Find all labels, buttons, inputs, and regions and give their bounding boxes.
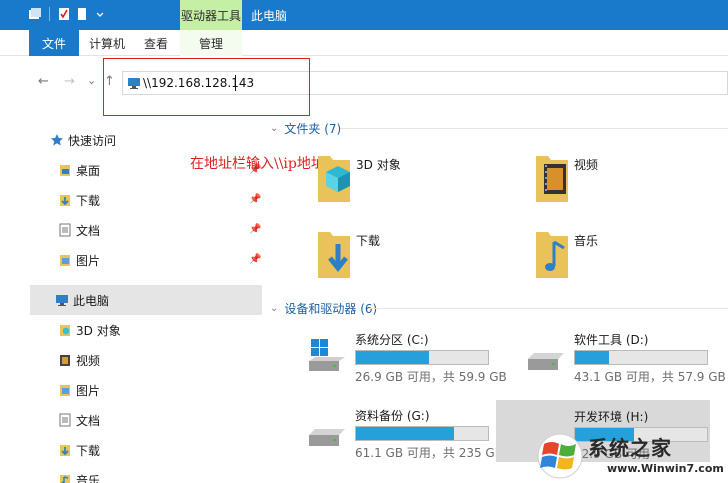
pc-icon: [55, 293, 69, 307]
drive-name: 系统分区 (C:): [355, 333, 429, 347]
sidebar-item-label: 下载: [76, 443, 101, 458]
section-title: 文件夹 (7): [284, 122, 342, 136]
hard-drive-icon: [307, 413, 347, 449]
new-folder-icon[interactable]: [75, 6, 89, 22]
pictures-folder-icon: [58, 383, 72, 397]
drive-tile-g[interactable]: 资料备份 (G:) 61.1 GB 可用，共 235 GB: [307, 399, 517, 461]
sidebar-item-label: 音乐: [76, 473, 101, 483]
pin-icon[interactable]: 📌: [249, 194, 261, 205]
section-title: 设备和驱动器 (6): [284, 302, 378, 316]
sidebar-item-quick-access[interactable]: 快速访问: [50, 125, 262, 155]
sidebar-item-label: 下载: [76, 193, 101, 208]
windows-drive-icon: [307, 337, 347, 373]
properties-icon[interactable]: [57, 6, 71, 22]
3d-objects-icon: [316, 150, 352, 207]
folder-label: 音乐: [574, 234, 599, 248]
chevron-down-icon[interactable]: ⌄: [270, 303, 278, 314]
explorer-app-icon[interactable]: [28, 6, 42, 22]
sidebar-item-pictures[interactable]: 图片: [58, 245, 248, 275]
sidebar-item-label: 快速访问: [68, 133, 117, 148]
recent-locations-button[interactable]: ⌄: [87, 74, 96, 87]
toolbar-separator: [49, 7, 50, 21]
sidebar-item-label: 此电脑: [73, 293, 110, 308]
window-title: 此电脑: [251, 9, 288, 23]
videos-folder-icon: [58, 353, 72, 367]
sidebar-item-label: 图片: [76, 253, 101, 268]
folder-label: 视频: [574, 158, 599, 172]
sidebar-item-label: 桌面: [76, 163, 101, 178]
section-divider: [368, 308, 728, 309]
star-icon: [50, 133, 64, 147]
folder-tile-downloads[interactable]: 下载: [316, 226, 516, 296]
documents-folder-icon: [58, 413, 72, 427]
folder-tile-videos[interactable]: 视频: [534, 150, 728, 220]
devices-section-header[interactable]: ⌄ 设备和驱动器 (6): [270, 300, 377, 317]
drive-usage-bar: [574, 350, 708, 365]
watermark-url: www.Winwin7.com: [607, 462, 724, 475]
sidebar-item-label: 3D 对象: [76, 323, 121, 338]
drive-tile-c[interactable]: 系统分区 (C:) 26.9 GB 可用，共 59.9 GB: [307, 323, 517, 385]
drive-free-space: 26.9 GB 可用，共 59.9 GB: [355, 370, 507, 384]
drive-name: 软件工具 (D:): [574, 333, 649, 347]
folders-section-header[interactable]: ⌄ 文件夹 (7): [270, 120, 341, 137]
forward-button[interactable]: →: [64, 74, 75, 89]
drive-usage-fill: [356, 351, 429, 364]
chevron-down-icon[interactable]: [93, 6, 107, 22]
annotation-text: 在地址栏输入\\ip地址: [190, 156, 325, 172]
documents-folder-icon: [58, 223, 72, 237]
sidebar-item-label: 文档: [76, 223, 101, 238]
sidebar-item-documents-pc[interactable]: 文档: [58, 405, 248, 435]
desktop-folder-icon: [58, 163, 72, 177]
music-folder-icon: [58, 473, 72, 483]
quick-access-toolbar: [28, 6, 107, 22]
tab-computer[interactable]: 计算机: [86, 30, 128, 56]
drive-name: 资料备份 (G:): [355, 409, 430, 423]
drive-tools-context-tab[interactable]: 驱动器工具: [180, 0, 242, 30]
ribbon-tabs: 文件 计算机 查看 管理: [0, 30, 728, 56]
music-folder-icon: [534, 226, 570, 283]
chevron-down-icon[interactable]: ⌄: [270, 123, 278, 134]
tab-manage[interactable]: 管理: [180, 30, 242, 56]
back-button[interactable]: ←: [38, 74, 49, 89]
folder-tile-3d-objects[interactable]: 3D 对象: [316, 150, 516, 220]
drive-usage-fill: [575, 351, 610, 364]
highlight-box: [103, 58, 310, 116]
pin-icon[interactable]: 📌: [249, 254, 261, 265]
sidebar-item-videos[interactable]: 视频: [58, 345, 248, 375]
3d-folder-icon: [58, 323, 72, 337]
watermark-title: 系统之家: [588, 436, 672, 460]
folder-label: 3D 对象: [356, 158, 401, 172]
drive-usage-bar: [355, 350, 489, 365]
folder-tile-music[interactable]: 音乐: [534, 226, 728, 296]
pin-icon[interactable]: 📌: [249, 224, 261, 235]
drive-tile-d[interactable]: 软件工具 (D:) 43.1 GB 可用，共 57.9 GB: [526, 323, 728, 385]
sidebar-item-label: 文档: [76, 413, 101, 428]
sidebar-item-3d-objects[interactable]: 3D 对象: [58, 315, 248, 345]
drive-free-space: 61.1 GB 可用，共 235 GB: [355, 446, 503, 460]
windows-logo-icon: [537, 433, 583, 479]
section-divider: [340, 128, 728, 129]
drive-free-space: 43.1 GB 可用，共 57.9 GB: [574, 370, 726, 384]
sidebar-item-documents[interactable]: 文档: [58, 215, 248, 245]
drive-usage-fill: [356, 427, 454, 440]
sidebar-item-this-pc[interactable]: 此电脑: [30, 285, 262, 315]
pictures-folder-icon: [58, 253, 72, 267]
hard-drive-icon: [526, 337, 566, 373]
drive-usage-bar: [355, 426, 489, 441]
sidebar-item-label: 图片: [76, 383, 101, 398]
sidebar-item-downloads[interactable]: 下载: [58, 185, 248, 215]
downloads-folder-icon: [58, 443, 72, 457]
video-folder-icon: [534, 150, 570, 207]
tab-view[interactable]: 查看: [136, 30, 176, 56]
tab-file[interactable]: 文件: [29, 30, 79, 56]
sidebar-item-downloads-pc[interactable]: 下载: [58, 435, 248, 465]
folder-label: 下载: [356, 234, 381, 248]
sidebar-item-label: 视频: [76, 353, 101, 368]
download-folder-icon: [316, 226, 352, 283]
sidebar-item-pictures-pc[interactable]: 图片: [58, 375, 248, 405]
drive-name: 开发环境 (H:): [574, 410, 649, 424]
downloads-folder-icon: [58, 193, 72, 207]
title-bar: 驱动器工具 此电脑: [0, 0, 728, 30]
sidebar-item-music[interactable]: 音乐: [58, 465, 248, 483]
